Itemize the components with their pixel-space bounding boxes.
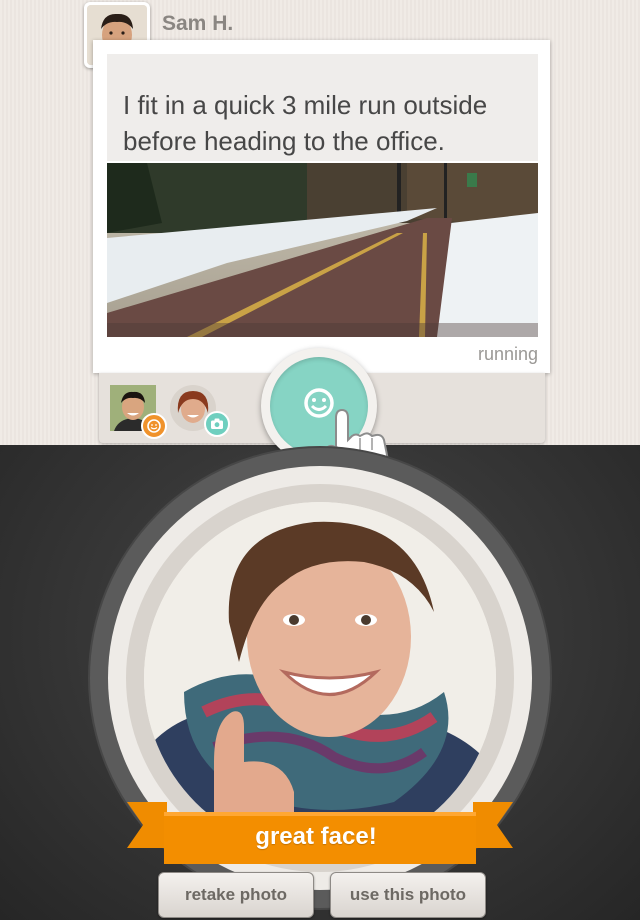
reaction-item-photo[interactable] [170,385,230,437]
post-tag[interactable]: running [478,344,538,365]
ribbon-label: great face! [255,823,377,850]
author-name[interactable]: Sam H. [162,12,233,36]
post-text-box: I fit in a quick 3 mile run outside befo… [107,54,538,161]
retake-photo-button[interactable]: retake photo [158,872,314,918]
camera-icon [204,411,230,437]
post-text: I fit in a quick 3 mile run outside befo… [123,90,488,156]
post-photo[interactable] [107,163,538,337]
post-card[interactable]: I fit in a quick 3 mile run outside befo… [93,40,550,373]
use-photo-button[interactable]: use this photo [330,872,486,918]
smile-icon [141,413,167,439]
reaction-item-smile[interactable] [110,385,167,439]
